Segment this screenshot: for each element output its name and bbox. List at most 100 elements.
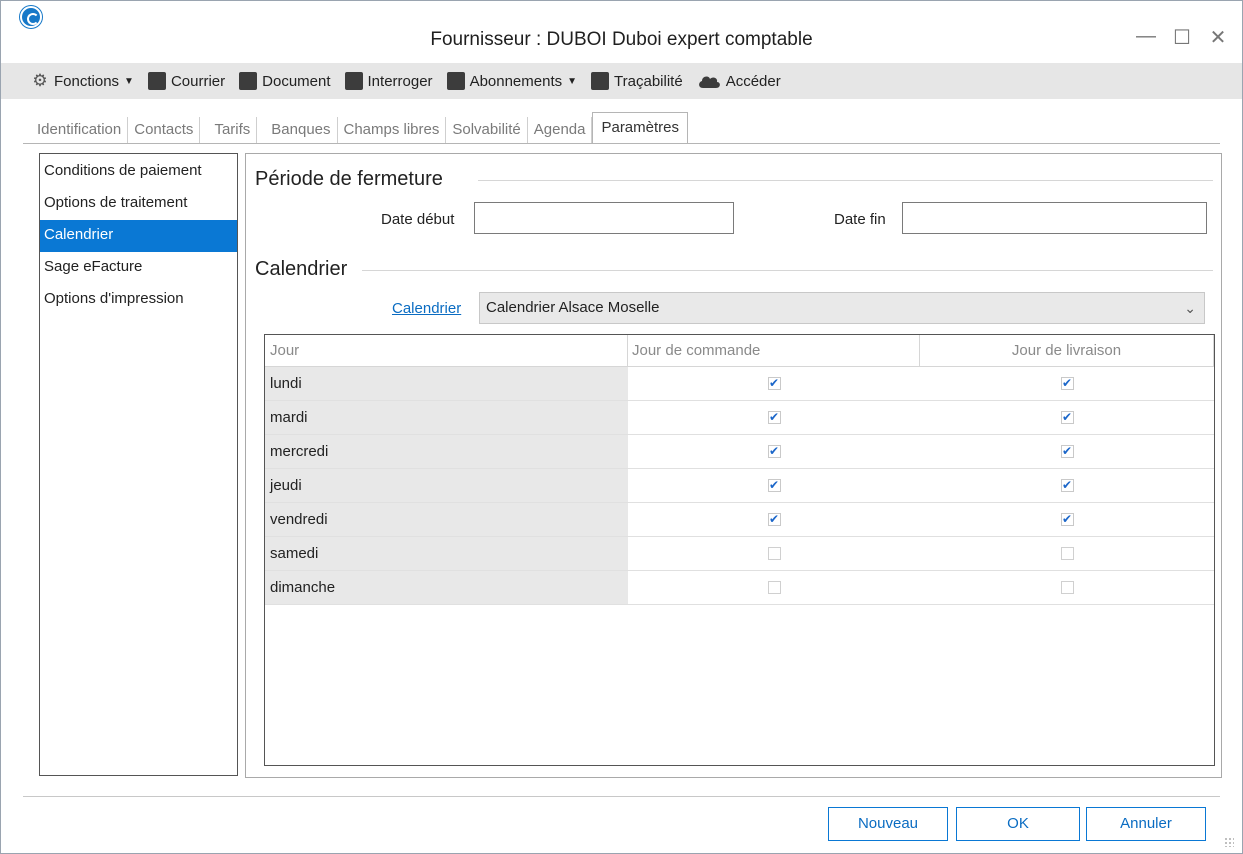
calendrier-section-title: Calendrier: [255, 258, 348, 280]
table-row: vendredi ✔ ✔: [265, 503, 1214, 537]
document-label: Document: [262, 72, 331, 90]
commande-cell: ✔: [628, 435, 920, 468]
commande-checkbox[interactable]: ✔: [767, 411, 781, 424]
document-button[interactable]: Document: [239, 72, 331, 90]
abonnements-menu[interactable]: Abonnements ▼: [446, 72, 578, 90]
courrier-button[interactable]: Courrier: [147, 72, 226, 90]
jour-cell: mardi: [265, 401, 628, 434]
header-jour-commande[interactable]: Jour de commande: [628, 335, 920, 367]
tab-agenda[interactable]: Agenda: [528, 117, 593, 143]
tab-banques[interactable]: Banques: [265, 117, 338, 143]
livraison-cell: ✔: [920, 435, 1214, 468]
commande-checkbox[interactable]: [767, 581, 781, 594]
document-add-icon: [239, 72, 258, 90]
fonctions-menu[interactable]: ⚙ Fonctions ▼: [31, 72, 134, 90]
tab-champs-libres[interactable]: Champs libres: [338, 117, 447, 143]
courrier-label: Courrier: [170, 72, 226, 90]
annuler-button[interactable]: Annuler: [1086, 807, 1206, 841]
table-row: lundi ✔ ✔: [265, 367, 1214, 401]
footer-divider: [23, 796, 1220, 797]
acceder-button[interactable]: Accéder: [697, 73, 781, 90]
date-debut-label: Date début: [381, 211, 455, 228]
livraison-checkbox[interactable]: ✔: [1060, 377, 1074, 390]
tab-solvabilite[interactable]: Solvabilité: [446, 117, 528, 143]
livraison-checkbox[interactable]: ✔: [1060, 479, 1074, 492]
livraison-cell: ✔: [920, 503, 1214, 536]
tab-contacts[interactable]: Contacts: [128, 117, 201, 143]
grid-header: Jour Jour de commande Jour de livraison: [265, 335, 1214, 367]
calendrier-select-value: Calendrier Alsace Moselle: [486, 299, 660, 316]
interroger-label: Interroger: [367, 72, 433, 90]
livraison-cell: ✔: [920, 469, 1214, 502]
window: Fournisseur : DUBOI Duboi expert comptab…: [0, 0, 1243, 854]
jour-cell: jeudi: [265, 469, 628, 502]
sidebar-item-sage-efacture[interactable]: Sage eFacture: [40, 252, 237, 284]
date-fin-input[interactable]: [902, 202, 1207, 234]
date-debut-input[interactable]: [474, 202, 734, 234]
search-document-icon: [591, 72, 610, 90]
caret-down-icon: ▼: [567, 75, 578, 87]
header-jour-livraison[interactable]: Jour de livraison: [920, 335, 1214, 367]
commande-cell: ✔: [628, 401, 920, 434]
header-jour[interactable]: Jour: [265, 335, 628, 367]
tab-parametres[interactable]: Paramètres: [592, 112, 688, 144]
minimize-icon[interactable]: —: [1136, 25, 1156, 50]
table-row: jeudi ✔ ✔: [265, 469, 1214, 503]
tab-identification[interactable]: Identification: [31, 117, 129, 143]
calendrier-select[interactable]: Calendrier Alsace Moselle ⌄: [479, 292, 1205, 324]
commande-cell: [628, 571, 920, 604]
tracabilite-button[interactable]: Traçabilité: [591, 72, 683, 90]
livraison-cell: [920, 571, 1214, 604]
abonnements-label: Abonnements: [469, 72, 563, 90]
date-fin-label: Date fin: [834, 211, 886, 228]
table-row: samedi: [265, 537, 1214, 571]
commande-cell: [628, 537, 920, 570]
commande-checkbox[interactable]: ✔: [767, 479, 781, 492]
ok-button[interactable]: OK: [956, 807, 1080, 841]
commande-checkbox[interactable]: ✔: [767, 377, 781, 390]
title-bar: Fournisseur : DUBOI Duboi expert comptab…: [1, 1, 1242, 61]
periode-divider: [478, 180, 1213, 181]
close-icon[interactable]: ✕: [1208, 25, 1228, 50]
periode-section-title: Période de fermeture: [255, 168, 443, 190]
table-row: mardi ✔ ✔: [265, 401, 1214, 435]
livraison-checkbox[interactable]: [1060, 547, 1074, 560]
window-title: Fournisseur : DUBOI Duboi expert comptab…: [430, 29, 813, 50]
commande-cell: ✔: [628, 469, 920, 502]
livraison-checkbox[interactable]: ✔: [1060, 411, 1074, 424]
sidebar-item-options-traitement[interactable]: Options de traitement: [40, 188, 237, 220]
sidebar-item-calendrier[interactable]: Calendrier: [40, 220, 237, 252]
livraison-cell: ✔: [920, 367, 1214, 400]
jour-cell: mercredi: [265, 435, 628, 468]
acceder-label: Accéder: [725, 72, 781, 90]
livraison-cell: ✔: [920, 401, 1214, 434]
tabs-divider: [23, 143, 1220, 144]
tab-tarifs[interactable]: Tarifs: [208, 117, 258, 143]
interroger-button[interactable]: Interroger: [344, 72, 433, 90]
calendrier-link[interactable]: Calendrier: [392, 300, 461, 317]
main-panel: Période de fermeture Date début Date fin…: [245, 153, 1222, 778]
tracabilite-label: Traçabilité: [614, 72, 683, 90]
chevron-down-icon: ⌄: [1184, 300, 1196, 316]
livraison-checkbox[interactable]: [1060, 581, 1074, 594]
livraison-checkbox[interactable]: ✔: [1060, 513, 1074, 526]
commande-cell: ✔: [628, 367, 920, 400]
calendar-icon: [446, 72, 465, 90]
sidebar-item-options-impression[interactable]: Options d'impression: [40, 284, 237, 316]
livraison-checkbox[interactable]: ✔: [1060, 445, 1074, 458]
sidebar: Conditions de paiement Options de traite…: [39, 153, 238, 776]
form-icon: [344, 72, 363, 90]
toolbar: ⚙ Fonctions ▼ Courrier Document Interrog…: [1, 63, 1242, 99]
gear-icon: ⚙: [32, 71, 48, 90]
word-icon: [147, 72, 166, 90]
commande-checkbox[interactable]: ✔: [767, 445, 781, 458]
commande-checkbox[interactable]: ✔: [767, 513, 781, 526]
livraison-cell: [920, 537, 1214, 570]
window-controls: — ☐ ✕: [1136, 25, 1228, 50]
resize-grip-icon[interactable]: [1224, 837, 1234, 847]
maximize-icon[interactable]: ☐: [1172, 25, 1192, 50]
commande-checkbox[interactable]: [767, 547, 781, 560]
sidebar-item-conditions-paiement[interactable]: Conditions de paiement: [40, 156, 237, 188]
jour-cell: lundi: [265, 367, 628, 400]
nouveau-button[interactable]: Nouveau: [828, 807, 948, 841]
